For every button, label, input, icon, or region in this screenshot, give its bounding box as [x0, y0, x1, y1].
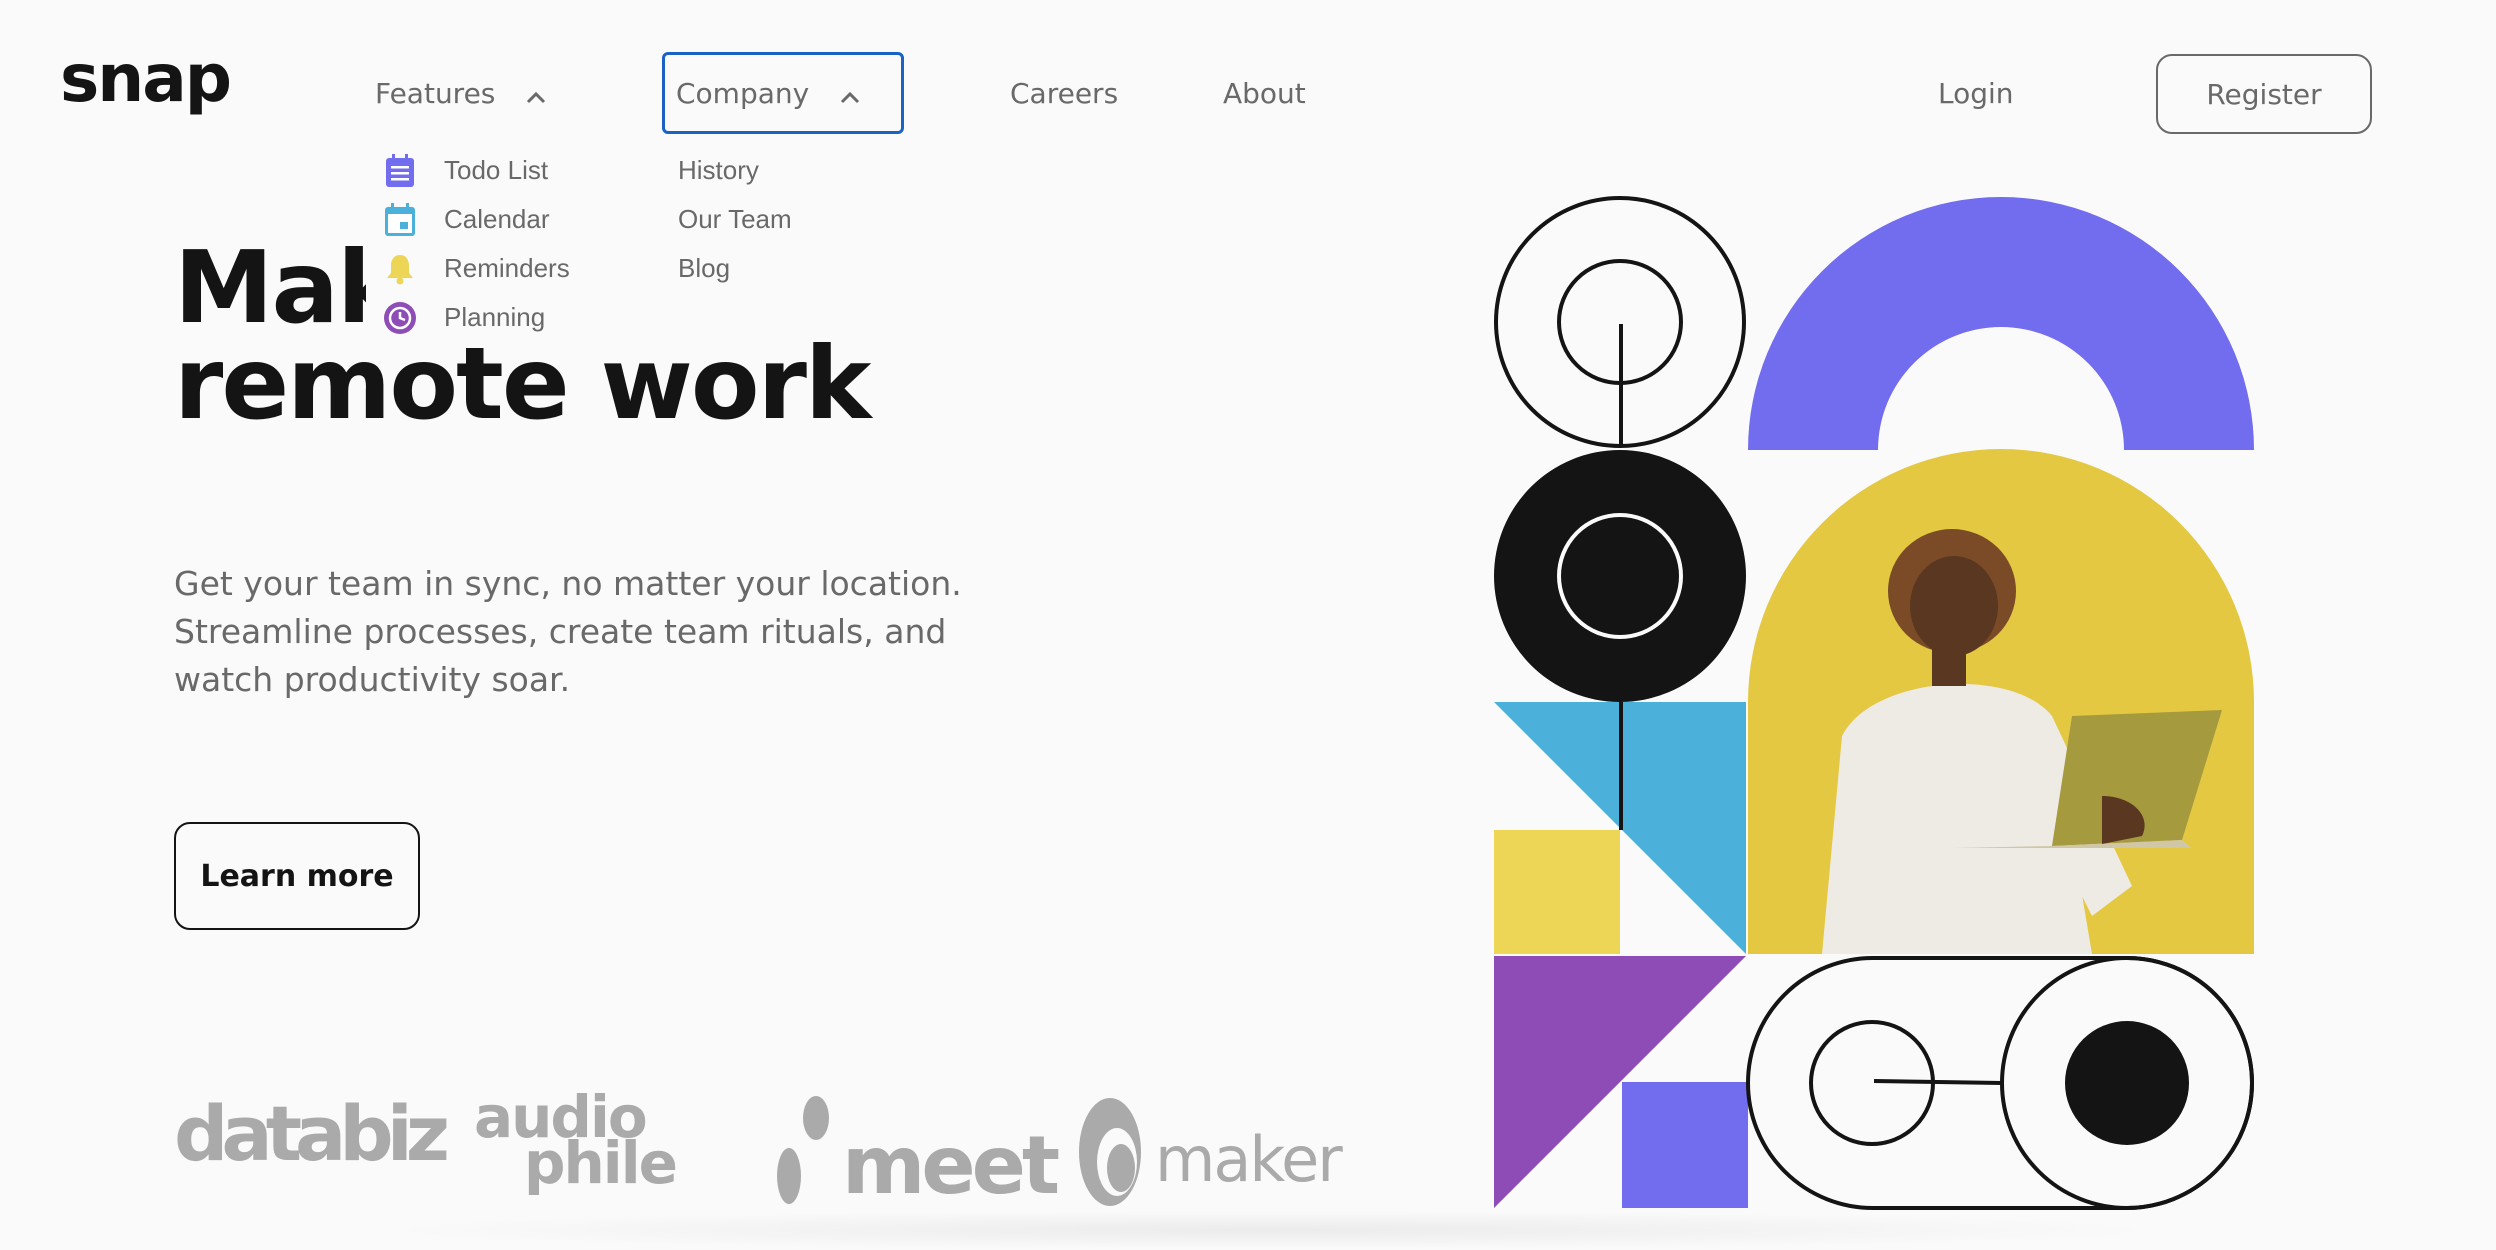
bottom-shadow [360, 1210, 2180, 1250]
menu-item-label: Calendar [444, 204, 550, 234]
client-logo-meet: meet [776, 1096, 1060, 1212]
hero-illustration [1492, 196, 2262, 1221]
hero-subtext: Get your team in sync, no matter your lo… [174, 564, 962, 699]
nav-features-label: Features [375, 77, 496, 110]
nav-login[interactable]: Login [1938, 78, 2014, 110]
nav-features[interactable]: Features [375, 78, 546, 111]
menu-item-planning[interactable]: Planning [382, 293, 570, 342]
snap-logo[interactable]: snap [60, 46, 232, 112]
menu-item-label: Todo List [444, 155, 549, 185]
menu-item-todo-list[interactable]: Todo List [382, 146, 570, 195]
register-button[interactable]: Register [2156, 54, 2372, 134]
chevron-up-icon [526, 79, 546, 111]
chevron-up-icon [840, 79, 860, 111]
todo-list-icon [382, 153, 418, 189]
menu-item-our-team[interactable]: Our Team [678, 195, 792, 244]
nav-about[interactable]: About [1223, 78, 1306, 110]
maker-wordmark: maker [1155, 1123, 1343, 1196]
meet-dots-icon [776, 1096, 836, 1206]
menu-item-calendar[interactable]: Calendar [382, 195, 570, 244]
clock-icon [382, 300, 418, 336]
client-logo-audiophile: audio phile [474, 1088, 678, 1192]
nav-company-label: Company [676, 77, 810, 110]
menu-item-history[interactable]: History [678, 146, 792, 195]
menu-item-label: Planning [444, 302, 546, 332]
maker-mark-icon [1077, 1096, 1143, 1223]
menu-item-reminders[interactable]: Reminders [382, 244, 570, 293]
features-dropdown: Todo List Calendar Reminders Planning [382, 146, 570, 342]
nav-careers[interactable]: Careers [1010, 78, 1118, 110]
nav-company[interactable]: Company [662, 52, 904, 134]
meet-wordmark: meet [842, 1119, 1060, 1212]
company-dropdown: History Our Team Blog [678, 146, 792, 293]
learn-more-button[interactable]: Learn more [174, 822, 420, 930]
calendar-icon [382, 202, 418, 238]
menu-item-blog[interactable]: Blog [678, 244, 792, 293]
menu-item-label: Reminders [444, 253, 570, 283]
bell-icon [382, 251, 418, 287]
headline-line-2: remote work [174, 325, 871, 442]
client-logo-databiz: databiz [174, 1089, 450, 1178]
client-logo-maker: maker [1077, 1096, 1343, 1223]
